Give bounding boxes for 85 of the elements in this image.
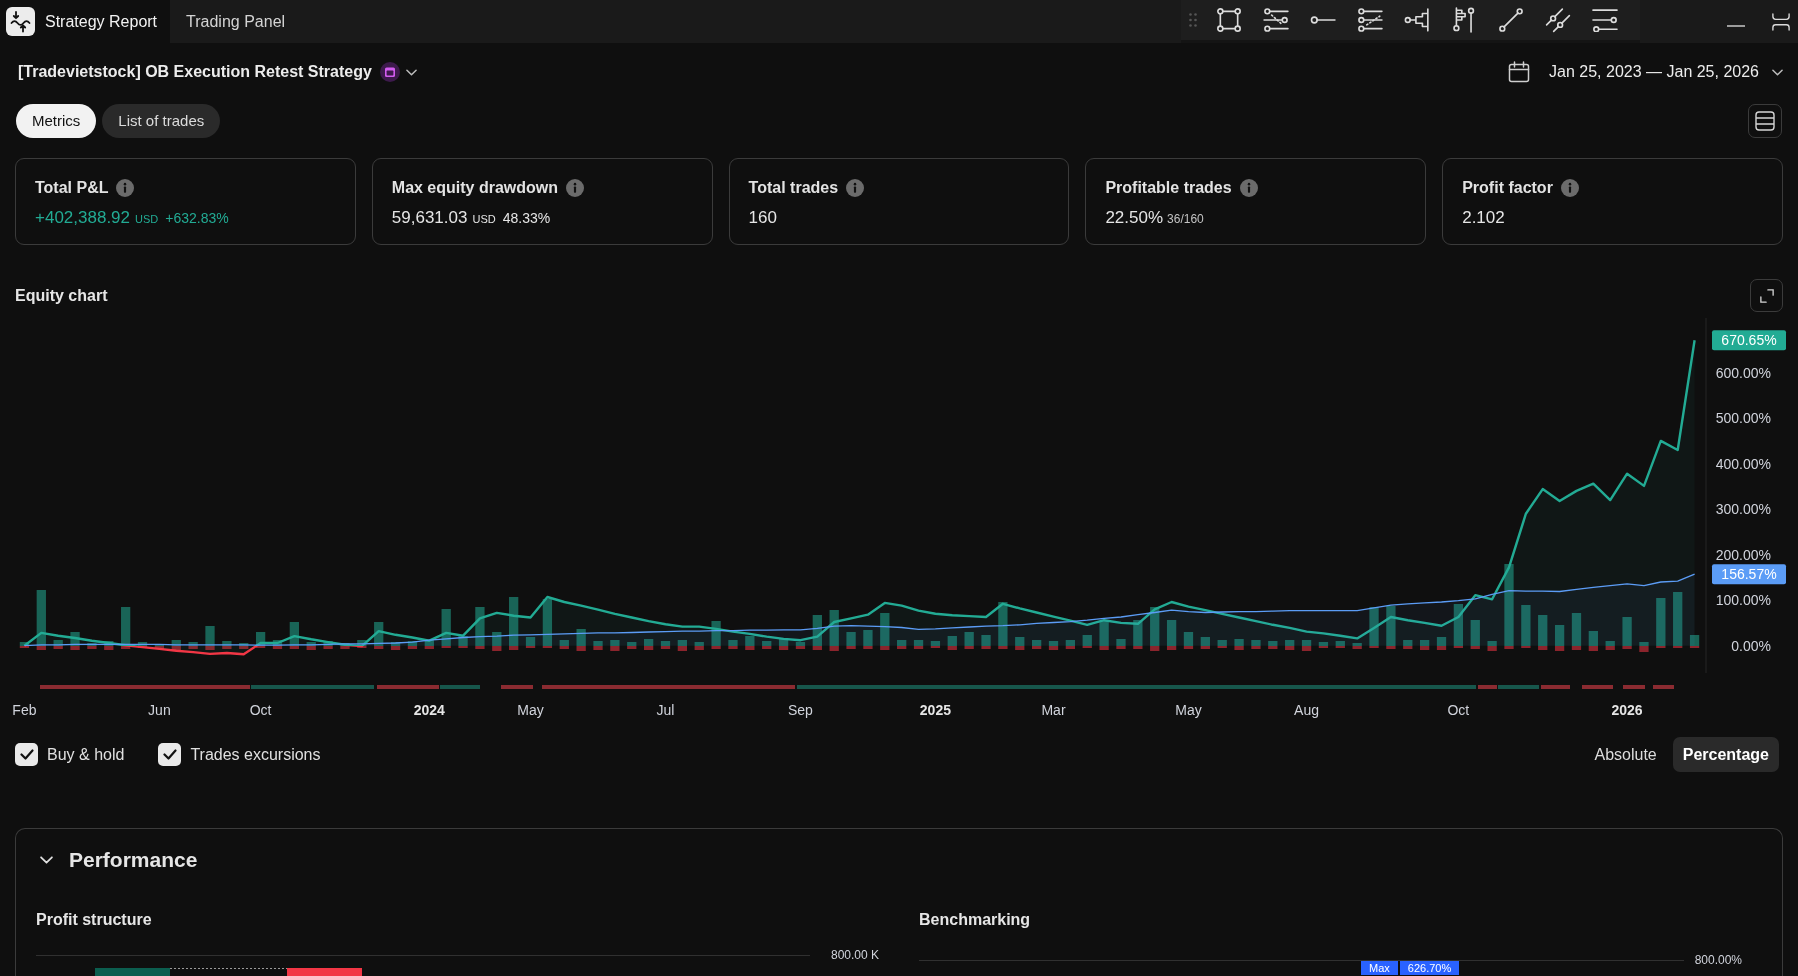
axis-label: Jun xyxy=(148,702,171,718)
flag-pin-icon[interactable] xyxy=(1450,7,1477,33)
checkbox-label: Buy & hold xyxy=(47,744,125,765)
axis-label: Oct xyxy=(249,702,272,718)
benchmark-label: Max xyxy=(1361,961,1398,975)
metric-value: 59,631.03 xyxy=(391,207,468,229)
last-value-label: 670.65% xyxy=(1712,330,1786,351)
metric-title: Max equity drawdown xyxy=(391,178,559,198)
info-icon xyxy=(1239,179,1258,197)
checkbox[interactable] xyxy=(15,743,38,766)
panel-tab[interactable]: Strategy Report xyxy=(0,0,171,43)
scale-toggle[interactable]: Absolute xyxy=(1584,737,1667,772)
chart-title: Profit structure xyxy=(36,910,152,930)
axis-label: 2024 xyxy=(413,702,445,718)
chevron-down-icon[interactable] xyxy=(405,68,417,76)
scale-toggle[interactable]: Percentage xyxy=(1672,737,1779,772)
benchmark-label: 626.70% xyxy=(1399,961,1460,975)
calendar-icon xyxy=(1508,61,1531,83)
chevron-down-icon[interactable] xyxy=(40,856,53,864)
dotted-lines-icon[interactable] xyxy=(1356,8,1383,32)
report-tab[interactable]: List of trades xyxy=(102,104,221,138)
list-view-button[interactable] xyxy=(1748,104,1782,138)
axis-label: 300.00% xyxy=(1715,501,1771,518)
axis-label: 0.00% xyxy=(1731,637,1771,654)
metric-title: Profitable trades xyxy=(1105,178,1232,198)
currency-unit: USD xyxy=(135,212,159,227)
axis-label: Oct xyxy=(1447,702,1470,718)
info-icon xyxy=(846,179,865,197)
expand-icon xyxy=(1759,288,1774,303)
metric-value: 160 xyxy=(748,207,777,229)
metric-value: +402,388.92 xyxy=(35,207,130,229)
axis-label: Aug xyxy=(1294,702,1319,718)
square-handles-icon[interactable] xyxy=(1215,7,1242,33)
metric-ratio: 36/160 xyxy=(1167,211,1204,228)
info-icon xyxy=(1560,179,1579,197)
metric-title: Profit factor xyxy=(1462,178,1553,198)
axis-label: 600.00% xyxy=(1715,364,1771,381)
last-value-label: 156.57% xyxy=(1712,564,1786,585)
drag-handle-icon[interactable] xyxy=(1189,13,1197,27)
chart-title: Benchmarking xyxy=(919,910,1031,930)
axis-label: 800.00 K xyxy=(830,947,879,963)
metric-title: Total trades xyxy=(748,178,839,198)
currency-unit: USD xyxy=(472,212,496,227)
axis-label: May xyxy=(517,702,544,718)
expand-button[interactable] xyxy=(1750,279,1783,312)
list-icon xyxy=(1755,111,1775,131)
lines-handles-icon[interactable] xyxy=(1262,8,1289,32)
metric-title: Total P&L xyxy=(35,178,109,198)
info-icon xyxy=(116,179,135,197)
axis-label: 2025 xyxy=(919,702,951,718)
report-tab[interactable]: Metrics xyxy=(16,104,97,138)
check-icon xyxy=(162,749,177,760)
axis-label: Jul xyxy=(656,702,675,718)
checkbox[interactable] xyxy=(158,743,182,766)
metric-value: 2.102 xyxy=(1462,207,1505,229)
axis-label: May xyxy=(1175,702,1202,718)
chart-title: Equity chart xyxy=(15,285,108,306)
axis-label: 500.00% xyxy=(1715,410,1771,427)
calendar-icon xyxy=(379,62,400,82)
metric-change: 48.33% xyxy=(502,209,551,228)
section-title: Performance xyxy=(69,847,198,874)
brackets-icon[interactable] xyxy=(1772,11,1790,32)
line-node-icon[interactable] xyxy=(1309,16,1336,24)
axis-label: 400.00% xyxy=(1715,455,1771,472)
axis-label: Feb xyxy=(12,702,37,718)
parallel-lines-icon[interactable] xyxy=(1544,7,1571,33)
strategy-title: [Tradevietstock] OB Execution Retest Strategy xyxy=(18,62,372,82)
metric-value: 22.50% xyxy=(1105,207,1164,229)
minimize-icon[interactable] xyxy=(1727,24,1745,27)
chevron-down-icon xyxy=(1772,68,1783,76)
info-icon xyxy=(566,179,585,197)
axis-label: 2026 xyxy=(1611,702,1643,718)
checkbox-label: Trades excursions xyxy=(190,744,321,765)
axis-label: Sep xyxy=(788,702,813,718)
histogram-icon[interactable] xyxy=(1403,8,1430,32)
app-icon xyxy=(6,7,35,36)
axis-label: 200.00% xyxy=(1715,546,1771,563)
date-range-picker[interactable]: Jan 25, 2023 — Jan 25, 2026 xyxy=(1508,60,1783,84)
axis-label: Mar xyxy=(1041,702,1066,718)
trend-line-icon[interactable] xyxy=(1497,7,1524,33)
metric-change: +632.83% xyxy=(165,209,229,228)
check-icon xyxy=(19,749,34,760)
three-lines-icon[interactable] xyxy=(1590,8,1619,32)
axis-label: 800.00% xyxy=(1694,952,1742,968)
axis-label: 100.00% xyxy=(1715,592,1771,609)
